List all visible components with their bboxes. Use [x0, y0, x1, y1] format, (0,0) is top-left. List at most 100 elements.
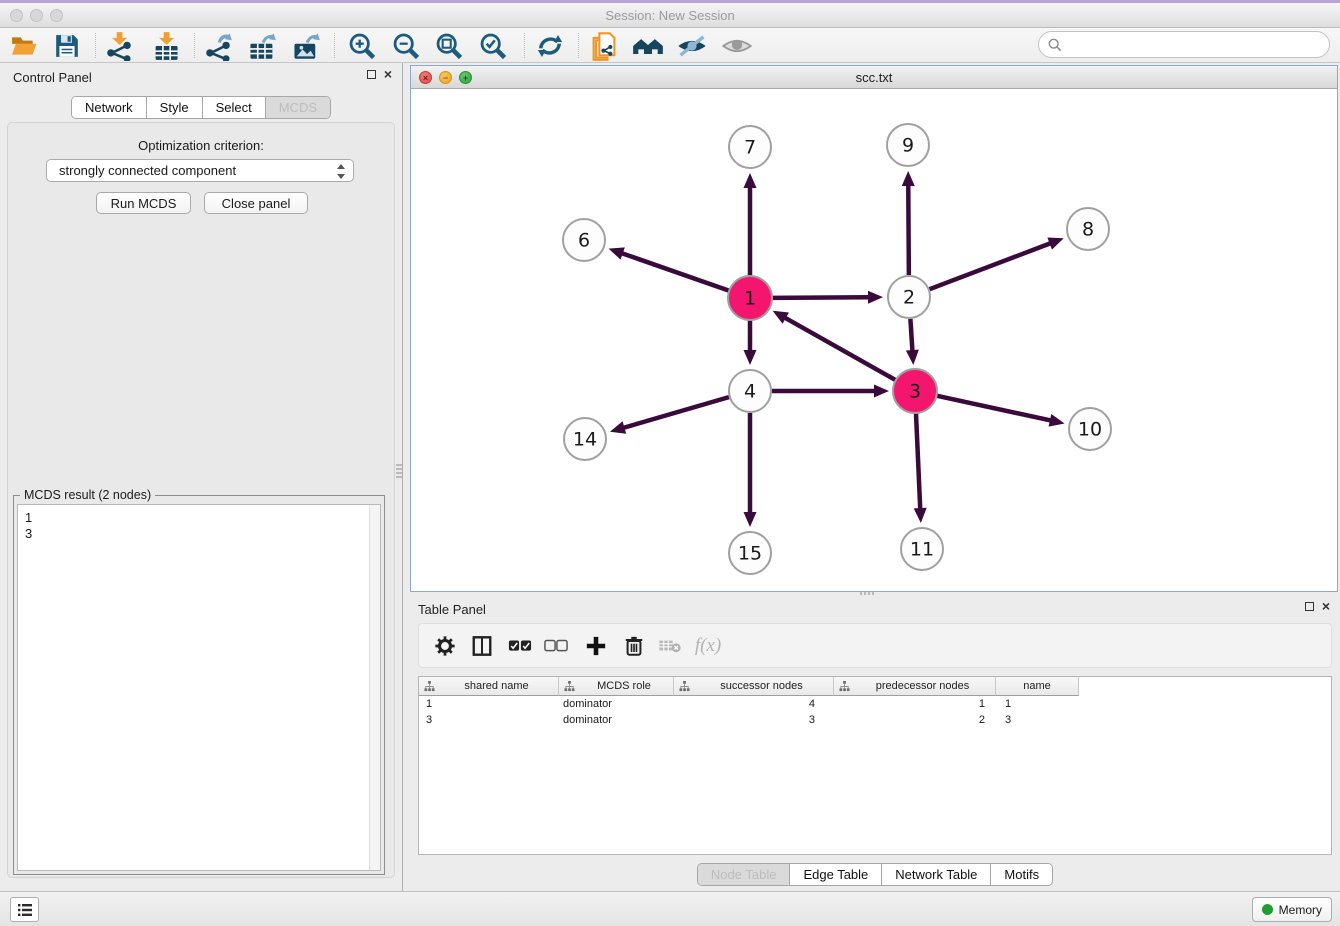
- import-table-icon: [151, 31, 181, 61]
- table-header-row: shared name MCDS role successor nodes: [419, 677, 1331, 696]
- column-header-predecessor-nodes[interactable]: predecessor nodes: [834, 677, 996, 696]
- cell-name: 1: [996, 698, 1079, 710]
- checked-boxes-icon: [508, 639, 532, 653]
- network-canvas[interactable]: 7968124314101511: [411, 89, 1337, 591]
- deselect-all-button[interactable]: [539, 631, 573, 661]
- column-header-name[interactable]: name: [996, 677, 1079, 696]
- vertical-splitter-grip[interactable]: [396, 464, 402, 480]
- cell-shared-name: 3: [419, 714, 559, 726]
- attribute-type-icon: [424, 681, 435, 692]
- graph-edge-2-8[interactable]: [930, 243, 1052, 289]
- export-image-button[interactable]: [286, 30, 326, 61]
- zoom-fit-icon: [434, 31, 464, 61]
- toolbar-separator: [194, 33, 195, 58]
- show-columns-button[interactable]: [465, 631, 499, 661]
- graph-edge-3-10[interactable]: [936, 396, 1051, 421]
- network-graph[interactable]: 7968124314101511: [411, 89, 1337, 591]
- new-network-from-selection-button[interactable]: [584, 30, 624, 61]
- search-input[interactable]: [1067, 37, 1329, 52]
- open-session-button[interactable]: [4, 30, 44, 61]
- import-network-button[interactable]: [99, 30, 139, 61]
- export-table-icon: [247, 31, 277, 61]
- table-row[interactable]: 3 dominator 3 2 3: [419, 712, 1331, 728]
- graph-arrowhead-3-10: [1049, 414, 1065, 427]
- run-mcds-button[interactable]: Run MCDS: [96, 192, 191, 214]
- criterion-select[interactable]: strongly connected component: [46, 159, 354, 182]
- close-table-panel-icon[interactable]: ×: [1322, 600, 1330, 612]
- zoom-selected-button[interactable]: [473, 30, 513, 61]
- houses-icon: [632, 31, 664, 61]
- network-frame-titlebar[interactable]: × − + scc.txt: [411, 66, 1337, 89]
- search-field[interactable]: [1038, 31, 1330, 58]
- create-column-button[interactable]: [579, 631, 613, 661]
- function-builder-button[interactable]: f(x): [691, 631, 725, 661]
- save-session-button[interactable]: [47, 30, 87, 61]
- graph-node-label-3: 3: [909, 381, 921, 403]
- graph-edge-1-6[interactable]: [621, 253, 729, 291]
- first-neighbors-button[interactable]: [628, 30, 668, 61]
- table-row[interactable]: 1 dominator 4 1 1: [419, 696, 1331, 712]
- graph-arrowhead-1-7: [744, 173, 757, 188]
- graph-edge-1-2[interactable]: [772, 297, 870, 298]
- column-header-shared-name[interactable]: shared name: [419, 677, 559, 696]
- graph-edge-3-1[interactable]: [784, 317, 896, 380]
- export-table-button[interactable]: [242, 30, 282, 61]
- zoom-in-button[interactable]: [342, 30, 382, 61]
- tab-mcds[interactable]: MCDS: [266, 97, 330, 118]
- task-history-button[interactable]: [10, 897, 39, 922]
- graph-arrowhead-1-4: [744, 350, 757, 365]
- column-header-mcds-role[interactable]: MCDS role: [559, 677, 674, 696]
- graph-arrowhead-4-3: [874, 385, 889, 398]
- graph-arrowhead-4-15: [744, 512, 757, 527]
- tab-network-table[interactable]: Network Table: [882, 864, 991, 885]
- graph-node-label-10: 10: [1078, 419, 1102, 441]
- export-image-icon: [291, 31, 321, 61]
- tab-style[interactable]: Style: [147, 97, 203, 118]
- optimization-criterion-label: Optimization criterion:: [8, 138, 394, 153]
- zoom-in-icon: [347, 31, 377, 61]
- graph-node-label-11: 11: [910, 539, 934, 561]
- graph-arrowhead-1-6: [609, 247, 625, 259]
- delete-columns-button[interactable]: [617, 631, 651, 661]
- hide-selected-button[interactable]: [672, 30, 712, 61]
- zoom-out-button[interactable]: [386, 30, 426, 61]
- tab-edge-table[interactable]: Edge Table: [790, 864, 882, 885]
- import-table-button[interactable]: [146, 30, 186, 61]
- table-settings-button[interactable]: [428, 631, 462, 661]
- mcds-result-list[interactable]: 1 3: [17, 504, 381, 871]
- delete-table-icon: [658, 638, 682, 654]
- tab-node-table[interactable]: Node Table: [698, 864, 791, 885]
- refresh-icon: [535, 31, 565, 61]
- delete-table-button[interactable]: [653, 631, 687, 661]
- memory-button[interactable]: Memory: [1252, 897, 1332, 922]
- graph-node-label-4: 4: [744, 381, 756, 403]
- memory-label: Memory: [1279, 903, 1322, 917]
- graph-arrowhead-1-2: [868, 291, 883, 304]
- close-panel-button[interactable]: Close panel: [204, 192, 308, 214]
- result-scrollbar[interactable]: [369, 505, 380, 870]
- select-all-button[interactable]: [503, 631, 537, 661]
- tab-select[interactable]: Select: [203, 97, 266, 118]
- column-header-successor-nodes[interactable]: successor nodes: [674, 677, 834, 696]
- attribute-type-icon: [839, 681, 850, 692]
- show-all-button[interactable]: [717, 30, 757, 61]
- attribute-type-icon: [679, 681, 690, 692]
- tab-network[interactable]: Network: [72, 97, 147, 118]
- graph-edge-2-3[interactable]: [910, 319, 912, 352]
- apply-layout-button[interactable]: [530, 30, 570, 61]
- toolbar-separator: [95, 33, 96, 58]
- toolbar-separator: [334, 33, 335, 58]
- graph-edge-2-9[interactable]: [908, 184, 909, 275]
- zoom-fit-button[interactable]: [429, 30, 469, 61]
- close-panel-icon[interactable]: ×: [384, 68, 392, 80]
- export-network-button[interactable]: [198, 30, 238, 61]
- chevron-updown-icon: [336, 163, 346, 183]
- tab-motifs[interactable]: Motifs: [991, 864, 1052, 885]
- graph-edge-4-14[interactable]: [622, 397, 728, 428]
- float-panel-icon[interactable]: [367, 70, 376, 79]
- float-table-panel-icon[interactable]: [1305, 602, 1314, 611]
- node-table[interactable]: shared name MCDS role successor nodes: [418, 676, 1332, 855]
- table-panel-title: Table Panel: [418, 602, 486, 617]
- criterion-value: strongly connected component: [59, 163, 236, 178]
- graph-edge-3-11[interactable]: [916, 413, 920, 510]
